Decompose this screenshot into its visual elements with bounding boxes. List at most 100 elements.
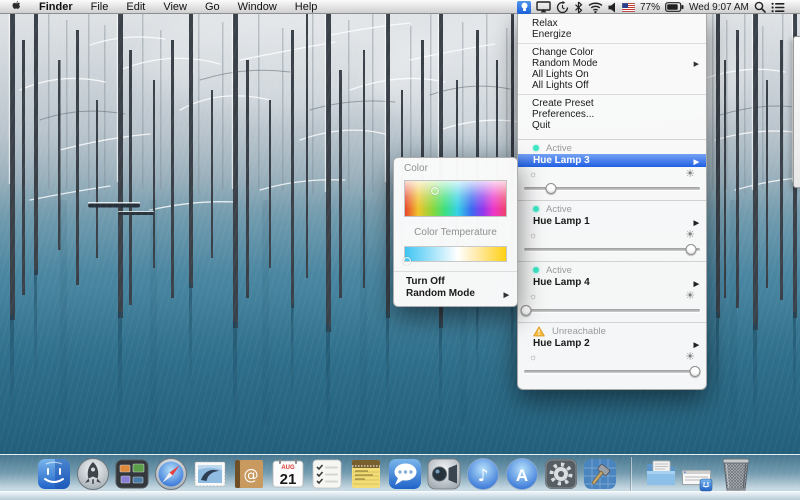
menu-item-quit[interactable]: Quit [518, 120, 706, 131]
lamp-status-row: Active [518, 264, 706, 276]
menubar: FinderFileEditViewGoWindowHelp [0, 0, 800, 14]
menu-item-random-mode[interactable]: Random Mode ▶ [518, 58, 706, 69]
dock-calendar-icon[interactable]: AUG 21 [270, 456, 306, 492]
spotlight-icon[interactable] [754, 0, 766, 14]
slider-knob[interactable] [520, 305, 531, 316]
lamp-section-hue-lamp-4: Active Hue Lamp 4 ▶ ☼ ☀ [518, 261, 706, 322]
lamp-status-label: Unreachable [552, 326, 606, 337]
warning-triangle-icon [533, 326, 545, 337]
brightness-dim-icon: ☼ [529, 230, 537, 240]
color-temperature-bar[interactable] [404, 246, 507, 262]
menubar-menu-file[interactable]: File [82, 1, 118, 13]
temperature-selector[interactable] [403, 257, 411, 265]
apple-menu[interactable] [0, 0, 30, 13]
dock-safari-icon[interactable] [153, 456, 189, 492]
menubar-menu-go[interactable]: Go [196, 1, 229, 13]
lamp-name-label: Hue Lamp 4 [533, 277, 590, 288]
menu-item-all-lights-on[interactable]: All Lights On [518, 69, 706, 80]
dock-messages-icon[interactable] [387, 456, 423, 492]
color-picker-swatch[interactable] [404, 180, 507, 217]
brightness-dim-icon: ☼ [529, 169, 537, 179]
dock-reminders-icon[interactable] [309, 456, 345, 492]
dock-facetime-icon[interactable] [426, 456, 462, 492]
slider-knob[interactable] [686, 244, 697, 255]
menu-item-label: Create Preset [532, 98, 594, 109]
menu-item-relax[interactable]: Relax [518, 18, 706, 29]
brightness-icons-row: ☼ ☀ [518, 289, 706, 302]
volume-icon[interactable] [608, 0, 617, 14]
menu-item-random-mode-sub[interactable]: Random Mode▶ [394, 288, 517, 300]
color-picker-selector[interactable] [431, 187, 439, 195]
dock-xcode-icon[interactable] [582, 456, 618, 492]
lamp-menu-item-hue-lamp-1[interactable]: Hue Lamp 1 ▶ [518, 215, 706, 228]
dock-trash-icon[interactable] [717, 454, 755, 492]
lamp-menu-item-hue-lamp-2[interactable]: Hue Lamp 2 ▶ [518, 337, 706, 350]
notification-center-icon[interactable] [771, 0, 785, 14]
menu-item-create-preset[interactable]: Create Preset [518, 98, 706, 109]
menu-item-turn-off[interactable]: Turn Off [394, 276, 517, 288]
menu-item-energize[interactable]: Energize [518, 29, 706, 40]
brightness-slider[interactable] [522, 180, 702, 196]
hue-lightbulb-icon[interactable] [517, 1, 531, 14]
menubar-clock[interactable]: Wed 9:07 AM [689, 2, 749, 13]
menu-item-change-color[interactable]: Change Color [518, 47, 706, 58]
menubar-menu-edit[interactable]: Edit [117, 1, 154, 13]
lamp-name-label: Hue Lamp 3 [533, 155, 590, 166]
brightness-icons-row: ☼ ☀ [518, 167, 706, 180]
dock-documents-folder-icon[interactable] [643, 456, 679, 492]
lamp-menu-item-hue-lamp-4[interactable]: Hue Lamp 4 ▶ [518, 276, 706, 289]
lamp-section-hue-lamp-3: Active Hue Lamp 3 ▶ ☼ ☀ [518, 139, 706, 200]
us-flag-icon[interactable] [622, 0, 635, 14]
separator [518, 43, 706, 44]
airplay-display-icon[interactable] [536, 0, 551, 14]
lamp-menu-item-hue-lamp-3[interactable]: Hue Lamp 3 ▶ [518, 154, 706, 167]
menubar-menu-view[interactable]: View [154, 1, 196, 13]
offscreen-window-edge[interactable] [793, 36, 800, 188]
dock-itunes-icon[interactable]: ♪ [465, 456, 501, 492]
dock-minimized-window[interactable] [682, 462, 714, 492]
hue-dropdown-menu: Relax Energize Change Color Random Mode … [517, 14, 707, 390]
dock-finder-icon[interactable] [36, 456, 72, 492]
menubar-menu-help[interactable]: Help [286, 1, 327, 13]
apple-logo-icon [10, 0, 21, 13]
menu-item-all-lights-off[interactable]: All Lights Off [518, 80, 706, 91]
brightness-slider[interactable] [522, 302, 702, 318]
battery-icon[interactable] [665, 0, 684, 14]
dock-app-store-icon[interactable]: A [504, 456, 540, 492]
dock-system-preferences-icon[interactable] [543, 456, 579, 492]
menu-item-label: Change Color [532, 47, 594, 58]
menubar-menu-window[interactable]: Window [229, 1, 286, 13]
lamp-status-label: Active [546, 204, 572, 215]
menu-item-label: Relax [532, 18, 558, 29]
dock-mail-icon[interactable] [192, 456, 228, 492]
slider-track [524, 370, 700, 373]
menubar-menu-finder[interactable]: Finder [30, 1, 82, 13]
calendar-day-label: 21 [280, 471, 297, 488]
brightness-slider[interactable] [522, 241, 702, 257]
wifi-icon[interactable] [588, 0, 603, 14]
dock: @ AUG 21 [0, 454, 800, 500]
dock-launchpad-icon[interactable] [75, 456, 111, 492]
color-temperature-label: Color Temperature [394, 227, 517, 239]
submenu-arrow-icon: ▶ [694, 217, 699, 230]
brightness-icons-row: ☼ ☀ [518, 228, 706, 241]
menu-item-label: Energize [532, 29, 571, 40]
bluetooth-icon[interactable] [574, 0, 583, 14]
slider-knob[interactable] [689, 366, 700, 377]
battery-percent-label: 77% [640, 2, 660, 13]
slider-knob[interactable] [545, 183, 556, 194]
active-status-dot [533, 206, 539, 212]
lamp-status-row: Unreachable [518, 325, 706, 337]
lamp-name-label: Hue Lamp 2 [533, 338, 590, 349]
dock-contacts-icon[interactable]: @ [231, 456, 267, 492]
menu-item-label: Preferences... [532, 109, 594, 120]
time-machine-icon[interactable] [556, 0, 569, 14]
dock-notes-icon[interactable] [348, 456, 384, 492]
dock-mission-control-icon[interactable] [114, 456, 150, 492]
menubar-menus: FinderFileEditViewGoWindowHelp [0, 0, 326, 13]
brightness-slider[interactable] [522, 363, 702, 379]
separator [394, 271, 517, 272]
separator [518, 94, 706, 95]
menu-item-preferences[interactable]: Preferences... [518, 109, 706, 120]
svg-text:@: @ [244, 466, 259, 484]
